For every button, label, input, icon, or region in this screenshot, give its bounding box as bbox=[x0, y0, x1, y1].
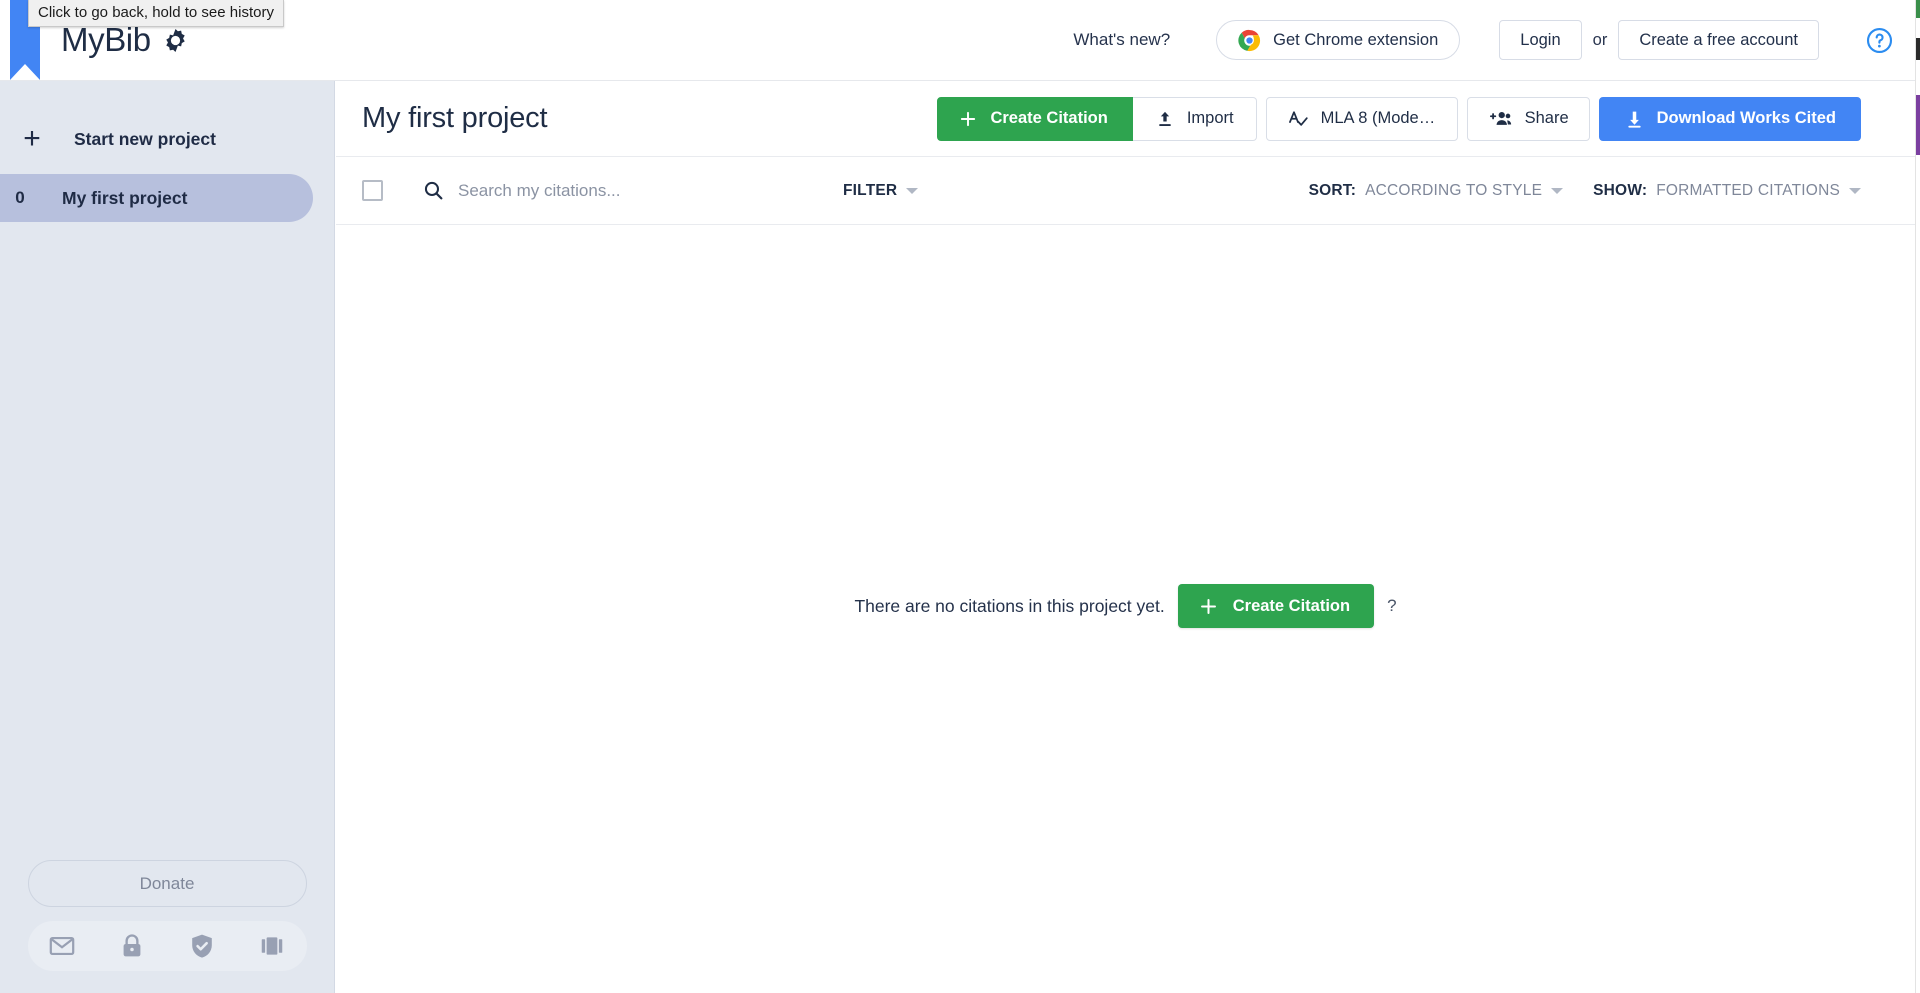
edge-segment-dark bbox=[1916, 38, 1920, 60]
plus-icon bbox=[1200, 598, 1216, 614]
search-input[interactable] bbox=[458, 180, 788, 201]
login-label: Login bbox=[1520, 30, 1561, 49]
start-new-project-label: Start new project bbox=[74, 128, 216, 149]
or-separator: or bbox=[1592, 30, 1608, 49]
share-button[interactable]: Share bbox=[1466, 96, 1590, 141]
top-header: MyBib What's new? Get Chrome extension L… bbox=[0, 0, 1915, 81]
lock-icon[interactable] bbox=[118, 932, 146, 960]
empty-create-citation-label: Create Citation bbox=[1232, 596, 1351, 615]
sort-key: SORT: bbox=[1308, 181, 1357, 199]
empty-state: There are no citations in this project y… bbox=[336, 225, 1915, 991]
mail-icon[interactable] bbox=[48, 932, 76, 960]
create-citation-label: Create Citation bbox=[990, 109, 1108, 127]
chevron-down-icon bbox=[1849, 187, 1861, 194]
login-button[interactable]: Login bbox=[1499, 20, 1582, 60]
project-label: My first project bbox=[62, 187, 188, 208]
page-title: My first project bbox=[362, 102, 548, 134]
sidebar-start-new-project[interactable]: + Start new project bbox=[0, 110, 334, 168]
import-button[interactable]: Import bbox=[1132, 96, 1257, 141]
browser-edge-strip bbox=[1915, 0, 1920, 993]
create-import-group: Create Citation Import bbox=[937, 96, 1257, 141]
chrome-extension-label: Get Chrome extension bbox=[1273, 30, 1439, 49]
show-dropdown[interactable]: SHOW: FORMATTED CITATIONS bbox=[1593, 182, 1861, 200]
citation-style-label: MLA 8 (Modern ... bbox=[1320, 109, 1437, 127]
book-icon[interactable] bbox=[258, 932, 286, 960]
project-citation-count: 0 bbox=[15, 188, 25, 207]
chevron-down-icon bbox=[1551, 187, 1564, 194]
share-label: Share bbox=[1524, 109, 1569, 127]
sort-show-group: SORT: ACCORDING TO STYLE SHOW: FORMATTED… bbox=[1309, 182, 1861, 200]
help-circle-icon[interactable] bbox=[1866, 27, 1893, 54]
chevron-down-icon bbox=[906, 187, 919, 194]
edge-segment-green bbox=[1916, 0, 1920, 18]
donate-label: Donate bbox=[139, 873, 195, 893]
gear-icon bbox=[165, 28, 185, 52]
plus-icon bbox=[961, 111, 976, 126]
search-icon[interactable] bbox=[422, 179, 445, 202]
create-account-label: Create a free account bbox=[1639, 30, 1798, 49]
project-header: My first project Create Citation Import … bbox=[336, 81, 1915, 157]
sort-dropdown[interactable]: SORT: ACCORDING TO STYLE bbox=[1309, 182, 1564, 200]
show-key: SHOW: bbox=[1593, 181, 1648, 199]
project-toolbar: Create Citation Import MLA 8 (Modern Sha… bbox=[937, 96, 1861, 141]
filter-dropdown[interactable]: FILTER bbox=[843, 181, 919, 200]
download-works-cited-button[interactable]: Download Works Cited bbox=[1598, 96, 1861, 141]
sidebar-footer-icons bbox=[27, 921, 307, 971]
empty-state-help-icon[interactable]: ? bbox=[1387, 596, 1396, 616]
download-icon bbox=[1628, 111, 1641, 128]
citation-style-selector[interactable]: MLA 8 (Modern ... bbox=[1265, 96, 1458, 141]
select-all-checkbox[interactable] bbox=[362, 180, 383, 201]
sidebar: + Start new project 0 My first project D… bbox=[0, 81, 335, 993]
donate-button[interactable]: Donate bbox=[27, 860, 307, 907]
empty-state-inner: There are no citations in this project y… bbox=[854, 584, 1397, 628]
plus-icon: + bbox=[23, 122, 41, 155]
sidebar-item-my-first-project[interactable]: 0 My first project bbox=[0, 174, 313, 222]
upload-icon bbox=[1158, 111, 1171, 126]
show-value: FORMATTED CITATIONS bbox=[1656, 181, 1840, 199]
get-chrome-extension-button[interactable]: Get Chrome extension bbox=[1216, 20, 1461, 60]
main-content: My first project Create Citation Import … bbox=[336, 81, 1915, 993]
whats-new-link[interactable]: What's new? bbox=[1073, 30, 1170, 50]
search-container bbox=[422, 179, 788, 202]
edge-segment-purple bbox=[1916, 95, 1920, 155]
empty-create-citation-button[interactable]: Create Citation bbox=[1177, 584, 1375, 628]
page-root: MyBib What's new? Get Chrome extension L… bbox=[0, 0, 1920, 993]
person-add-icon bbox=[1489, 111, 1511, 125]
header-actions: What's new? Get Chrome extension Login o… bbox=[1073, 20, 1915, 60]
citations-filter-bar: FILTER SORT: ACCORDING TO STYLE SHOW: FO… bbox=[336, 157, 1915, 225]
shield-check-icon[interactable] bbox=[188, 932, 216, 960]
back-button-tooltip: Click to go back, hold to see history bbox=[28, 0, 284, 27]
sort-value: ACCORDING TO STYLE bbox=[1365, 181, 1543, 199]
download-label: Download Works Cited bbox=[1656, 109, 1836, 127]
import-label: Import bbox=[1186, 109, 1234, 127]
filter-label: FILTER bbox=[843, 181, 898, 199]
create-free-account-button[interactable]: Create a free account bbox=[1618, 20, 1819, 60]
chrome-icon bbox=[1238, 29, 1261, 51]
empty-state-message: There are no citations in this project y… bbox=[854, 595, 1165, 616]
create-citation-button[interactable]: Create Citation bbox=[937, 96, 1133, 141]
spellcheck-icon bbox=[1288, 110, 1308, 126]
